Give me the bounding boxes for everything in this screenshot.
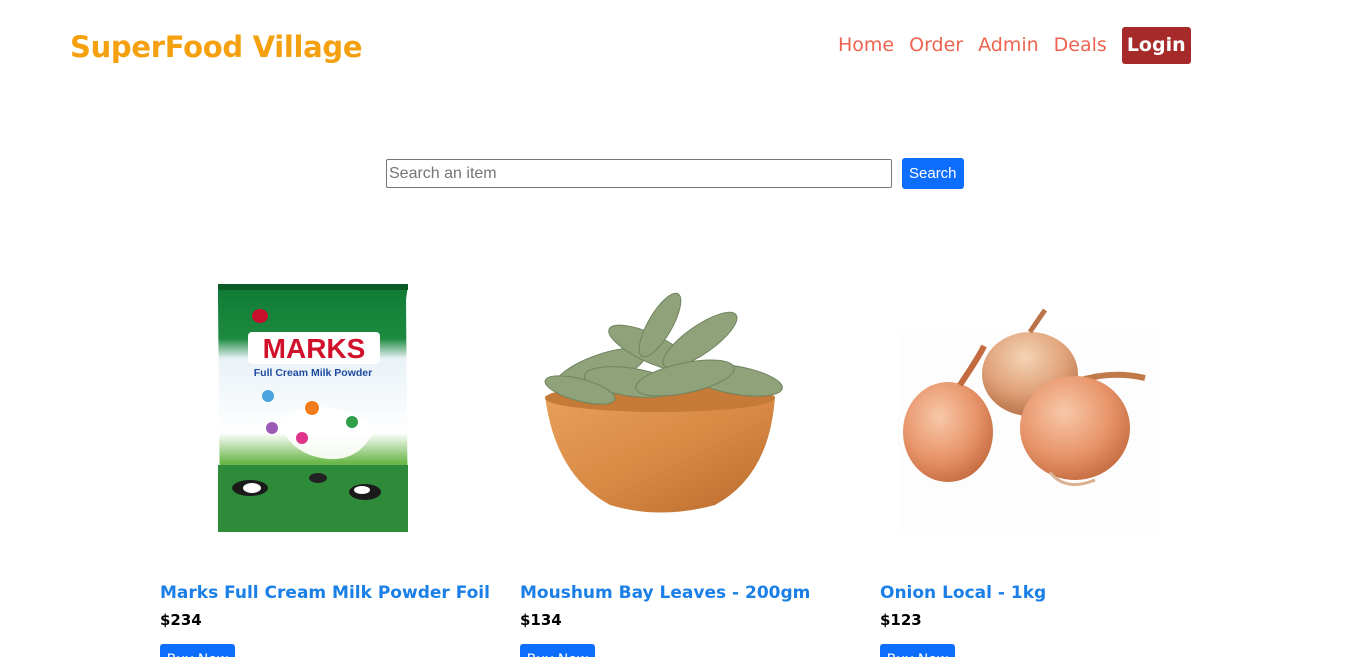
product-card: Onion Local - 1kg $123 Buy Now <box>880 270 1200 657</box>
login-button[interactable]: Login <box>1121 27 1191 64</box>
search-bar: Search <box>386 158 964 189</box>
product-image-milk-powder[interactable]: MARKS Full Cream Milk Powder <box>160 270 480 550</box>
site-logo[interactable]: SuperFood Village <box>70 30 363 64</box>
search-button[interactable]: Search <box>902 158 964 189</box>
product-title[interactable]: Onion Local - 1kg <box>880 583 1046 603</box>
product-card: MARKS Full Cream Milk Powder Marks Full … <box>160 270 490 657</box>
product-price: $123 <box>880 611 922 629</box>
search-input[interactable] <box>386 159 892 188</box>
nav-deals-link[interactable]: Deals <box>1054 27 1107 64</box>
product-title[interactable]: Marks Full Cream Milk Powder Foil <box>160 583 490 603</box>
product-image-onion[interactable] <box>880 270 1200 550</box>
product-card: Moushum Bay Leaves - 200gm $134 Buy Now <box>520 270 840 657</box>
nav-order-link[interactable]: Order <box>909 27 963 64</box>
pack-brand-text: MARKS <box>263 333 366 364</box>
pack-subtitle-text: Full Cream Milk Powder <box>254 367 372 379</box>
buy-now-button[interactable]: Buy Now <box>160 644 235 657</box>
product-title[interactable]: Moushum Bay Leaves - 200gm <box>520 583 810 603</box>
main-nav: Home Order Admin Deals Login <box>838 27 1191 64</box>
nav-home-link[interactable]: Home <box>838 27 894 64</box>
buy-now-button[interactable]: Buy Now <box>520 644 595 657</box>
product-price: $234 <box>160 611 202 629</box>
product-image-bay-leaves[interactable] <box>520 270 840 550</box>
buy-now-button[interactable]: Buy Now <box>880 644 955 657</box>
nav-admin-link[interactable]: Admin <box>978 27 1039 64</box>
product-price: $134 <box>520 611 562 629</box>
